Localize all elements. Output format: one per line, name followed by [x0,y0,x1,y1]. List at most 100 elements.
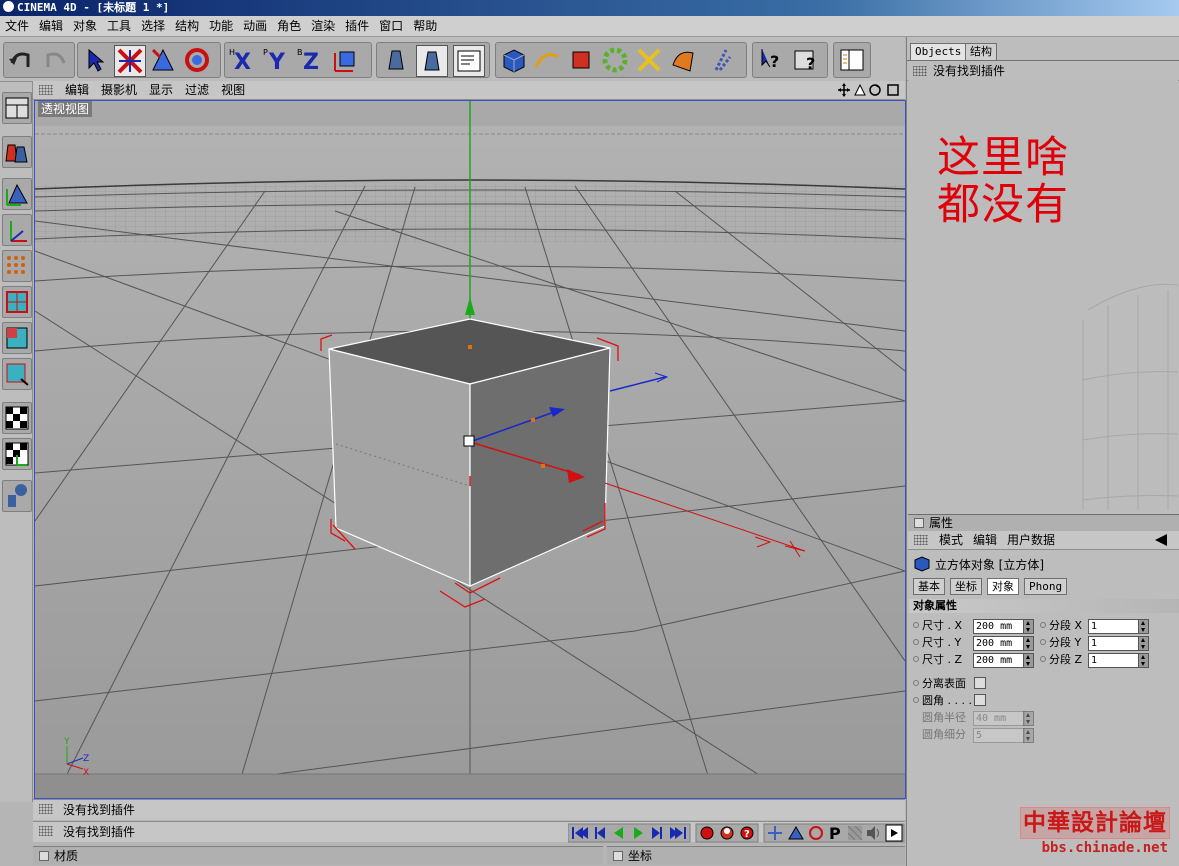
record-button[interactable] [700,826,714,840]
timeline-menu-button[interactable] [885,824,903,842]
fillet-subdivision-stepper[interactable] [1023,728,1034,743]
render-settings-button[interactable] [453,45,485,77]
add-primitive-button[interactable] [498,45,528,75]
view-layout-button[interactable] [2,92,32,124]
y-axis-lock-button[interactable]: YP [261,45,291,75]
grip-handle[interactable] [913,66,927,76]
layout-button[interactable] [837,45,867,75]
fillet-radius-stepper[interactable] [1023,711,1034,726]
back-arrow-icon[interactable] [1153,534,1169,546]
x-axis-lock-button[interactable]: XH [227,45,257,75]
segments-y-stepper[interactable] [1138,636,1149,651]
texture-axis-button[interactable] [2,438,32,470]
grip-handle[interactable] [39,804,53,814]
viewport-menu-edit[interactable]: 编辑 [59,81,95,99]
info-help-button[interactable]: ? [792,45,822,75]
menu-plugins[interactable]: 插件 [340,16,374,36]
tab-objects[interactable]: Objects [910,43,967,60]
points-mode-button[interactable] [2,250,32,282]
size-y-input[interactable]: 200 mm [973,636,1025,651]
move-tool-button[interactable] [114,45,146,77]
z-axis-lock-button[interactable]: ZB [295,45,325,75]
size-x-input[interactable]: 200 mm [973,619,1025,634]
maximize-icon[interactable] [887,84,899,96]
fillet-radius-input[interactable]: 40 mm [973,711,1025,726]
pan-icon[interactable] [838,83,850,97]
add-scene-button[interactable] [668,45,698,75]
tab-basic[interactable]: 基本 [913,578,945,595]
rotate-tool-button[interactable] [182,45,212,75]
menu-character[interactable]: 角色 [272,16,306,36]
auto-key-button[interactable] [720,826,734,840]
polygons-mode-button[interactable] [2,322,32,354]
perspective-viewport[interactable]: Y Z X [34,100,906,799]
dolly-icon[interactable] [854,83,866,96]
menu-structure[interactable]: 结构 [170,16,204,36]
add-spline-button[interactable] [532,45,562,75]
viewport-menu-display[interactable]: 显示 [143,81,179,99]
coordinate-system-button[interactable] [331,45,361,75]
add-light-button[interactable] [706,45,736,75]
segments-x-stepper[interactable] [1138,619,1149,634]
segments-z-input[interactable]: 1 [1088,653,1140,668]
edges-mode-button[interactable] [2,286,32,318]
menu-render[interactable]: 渲染 [306,16,340,36]
texture-mode-button[interactable] [2,402,32,434]
grip-handle[interactable] [39,85,53,95]
size-z-input[interactable]: 200 mm [973,653,1025,668]
viewport-menu-cameras[interactable]: 摄影机 [95,81,143,99]
panel-toggle-icon[interactable] [613,851,623,861]
uv-mode-button[interactable] [2,358,32,390]
separate-surfaces-checkbox[interactable] [974,677,986,689]
viewport-menu-view[interactable]: 视图 [215,81,251,99]
panel-toggle-icon[interactable] [914,518,924,528]
viewport-menu-filter[interactable]: 过滤 [179,81,215,99]
menu-edit[interactable]: 编辑 [34,16,68,36]
menu-selection[interactable]: 选择 [136,16,170,36]
context-help-button[interactable]: ? [756,45,786,75]
segments-x-input[interactable]: 1 [1088,619,1140,634]
menu-window[interactable]: 窗口 [374,16,408,36]
add-array-button[interactable] [600,45,630,75]
grip-handle[interactable] [39,826,53,836]
redo-button[interactable] [40,45,70,75]
menu-objects[interactable]: 对象 [68,16,102,36]
coordinates-panel-header[interactable]: 坐标 [607,846,905,865]
size-y-stepper[interactable] [1023,636,1034,651]
grip-handle[interactable] [914,535,928,545]
fillet-checkbox[interactable] [974,694,986,706]
fillet-subdivision-input[interactable]: 5 [973,728,1025,743]
tab-coordinates[interactable]: 坐标 [950,578,982,595]
add-deformer-button[interactable] [634,45,664,75]
animation-mode-button[interactable] [2,480,32,512]
model-mode-button[interactable] [2,136,32,168]
render-picture-button[interactable] [416,45,448,77]
segments-z-stepper[interactable] [1138,653,1149,668]
menu-functions[interactable]: 功能 [204,16,238,36]
orbit-icon[interactable] [869,84,881,96]
menu-help[interactable]: 帮助 [408,16,442,36]
attributes-menu-mode[interactable]: 模式 [934,533,968,547]
segments-y-input[interactable]: 1 [1088,636,1140,651]
scale-tool-button[interactable] [148,45,178,75]
add-nurbs-button[interactable] [566,45,596,75]
undo-button[interactable] [6,45,36,75]
menu-file[interactable]: 文件 [0,16,34,36]
tab-object[interactable]: 对象 [987,578,1019,595]
object-mode-button[interactable] [2,178,32,210]
select-tool-button[interactable] [80,45,110,75]
menu-tools[interactable]: 工具 [102,16,136,36]
menu-animation[interactable]: 动画 [238,16,272,36]
size-x-stepper[interactable] [1023,619,1034,634]
key-pla-toggle[interactable] [847,825,863,841]
tab-phong[interactable]: Phong [1024,578,1068,595]
tab-structure[interactable]: 结构 [965,43,997,60]
axis-mode-button[interactable] [2,214,32,246]
attributes-menu-edit[interactable]: 编辑 [968,533,1002,547]
size-z-stepper[interactable] [1023,653,1034,668]
render-view-button[interactable] [381,45,411,75]
attributes-menu-userdata[interactable]: 用户数据 [1002,533,1060,547]
key-param-toggle[interactable]: P [829,824,841,843]
panel-toggle-icon[interactable] [39,851,49,861]
materials-panel-header[interactable]: 材质 [33,846,603,865]
